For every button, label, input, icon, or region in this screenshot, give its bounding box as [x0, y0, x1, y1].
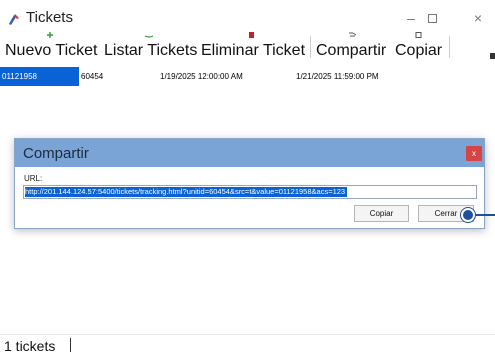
toolbar-divider — [449, 36, 450, 58]
toolbar: Nuevo Ticket Listar Tickets Eliminar Tic… — [0, 32, 495, 62]
window-title: Tickets — [26, 9, 73, 26]
pointer-marker — [461, 208, 475, 222]
table-row[interactable]: 01121958 60454 1/19/2025 12:00:00 AM 1/2… — [0, 67, 495, 86]
share-label: Compartir — [316, 42, 387, 59]
share-icon — [349, 32, 357, 37]
delete-icon — [249, 32, 254, 38]
maximize-icon — [427, 14, 437, 23]
copy-label: Copiar — [395, 42, 443, 59]
dialog-copy-button[interactable]: Copiar — [354, 205, 409, 222]
list-tickets-label: Listar Tickets — [104, 42, 198, 59]
unit-cell[interactable]: 60454 — [81, 67, 141, 86]
url-value[interactable]: http://201.144.124.57:5400/tickets/track… — [25, 187, 348, 197]
list-tickets-button[interactable]: Listar Tickets — [104, 32, 197, 62]
status-divider — [70, 338, 71, 352]
status-bar: 1 tickets — [0, 334, 495, 352]
list-icon — [144, 35, 154, 38]
title-bar[interactable]: Tickets – × — [0, 0, 495, 36]
delete-ticket-label: Eliminar Ticket — [201, 42, 306, 59]
maximize-button[interactable] — [417, 6, 447, 30]
pointer-marker-line — [476, 214, 495, 216]
share-dialog: Compartir x URL: http://201.144.124.57:5… — [14, 138, 485, 229]
toolbar-overflow-icon[interactable] — [490, 53, 495, 59]
ticket-count: 1 tickets — [4, 338, 56, 352]
tickets-app-icon — [9, 14, 19, 25]
url-label: URL: — [24, 174, 43, 183]
ticket-id-cell[interactable]: 01121958 — [0, 67, 79, 86]
dialog-title: Compartir — [23, 145, 89, 162]
close-window-button[interactable]: × — [463, 6, 493, 30]
dialog-title-bar[interactable]: Compartir x — [15, 139, 484, 167]
copy-button[interactable]: Copiar — [395, 32, 443, 62]
tickets-window: Tickets – × Nuevo Ticket Listar Tickets … — [0, 0, 495, 352]
dialog-close-button[interactable]: x — [466, 146, 482, 161]
copy-icon — [415, 32, 422, 38]
new-ticket-label: Nuevo Ticket — [5, 42, 98, 59]
delete-ticket-button[interactable]: Eliminar Ticket — [201, 32, 306, 62]
new-ticket-button[interactable]: Nuevo Ticket — [5, 32, 97, 62]
end-date-cell[interactable]: 1/21/2025 11:59:00 PM — [296, 67, 426, 86]
share-button[interactable]: Compartir — [316, 32, 390, 62]
add-icon — [47, 32, 53, 38]
start-date-cell[interactable]: 1/19/2025 12:00:00 AM — [160, 67, 290, 86]
toolbar-divider — [310, 36, 311, 58]
url-field[interactable]: http://201.144.124.57:5400/tickets/track… — [23, 185, 477, 199]
